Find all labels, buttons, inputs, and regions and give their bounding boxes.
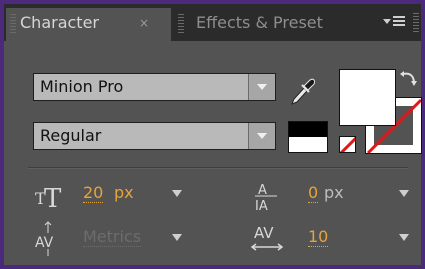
no-color-swatch[interactable] bbox=[339, 136, 356, 153]
tab-effects-presets-label: Effects & Preset bbox=[196, 13, 323, 32]
divider bbox=[28, 167, 408, 169]
character-panel: Character × Effects & Preset Minion Pro … bbox=[0, 0, 425, 269]
tracking-dropdown-arrow-icon[interactable] bbox=[399, 234, 409, 241]
tab-character[interactable]: Character × bbox=[6, 8, 171, 41]
font-style-dropdown[interactable]: Regular bbox=[33, 122, 276, 150]
font-size-icon: T T bbox=[34, 179, 66, 214]
panel-grip-icon[interactable] bbox=[413, 13, 419, 33]
tracking-icon: AV bbox=[250, 220, 284, 256]
leading-unit: px bbox=[324, 183, 344, 202]
eyedropper-icon[interactable] bbox=[289, 77, 316, 107]
tab-close-icon[interactable]: × bbox=[139, 16, 149, 30]
svg-text:AV: AV bbox=[35, 235, 54, 251]
fill-color-swatch[interactable] bbox=[339, 69, 396, 126]
font-size-unit: px bbox=[114, 183, 134, 202]
font-style-dropdown-arrow-icon[interactable] bbox=[248, 123, 275, 149]
leading-dropdown-arrow-icon[interactable] bbox=[399, 190, 409, 197]
kerning-icon: AV bbox=[33, 221, 63, 257]
svg-text:AV: AV bbox=[254, 224, 274, 242]
chevron-down-icon bbox=[383, 19, 391, 24]
tab-effects-presets[interactable]: Effects & Preset bbox=[176, 8, 381, 41]
tab-grip-icon[interactable] bbox=[10, 14, 16, 34]
default-colors-swatch[interactable] bbox=[288, 121, 328, 153]
tracking-value[interactable]: 10 bbox=[308, 228, 329, 247]
kerning-dropdown-arrow-icon[interactable] bbox=[172, 234, 182, 241]
panel-menu-button[interactable] bbox=[381, 14, 411, 32]
leading-icon: A IA bbox=[252, 180, 280, 214]
menu-lines-icon bbox=[393, 16, 405, 27]
leading-value[interactable]: 0 bbox=[308, 184, 319, 203]
font-style-value: Regular bbox=[40, 126, 102, 145]
font-size-value[interactable]: 20 bbox=[83, 184, 104, 203]
swap-colors-icon[interactable] bbox=[399, 70, 419, 90]
tab-grip-icon[interactable] bbox=[178, 14, 184, 34]
panel-tab-bar: Character × Effects & Preset bbox=[4, 4, 421, 41]
font-size-dropdown-arrow-icon[interactable] bbox=[172, 190, 182, 197]
kerning-value[interactable]: Metrics bbox=[83, 228, 142, 247]
font-family-value: Minion Pro bbox=[40, 77, 124, 96]
font-family-dropdown[interactable]: Minion Pro bbox=[33, 73, 276, 101]
font-family-dropdown-arrow-icon[interactable] bbox=[248, 74, 275, 100]
tab-character-label: Character bbox=[20, 13, 99, 32]
svg-text:IA: IA bbox=[255, 199, 268, 212]
svg-text:T: T bbox=[44, 184, 62, 209]
